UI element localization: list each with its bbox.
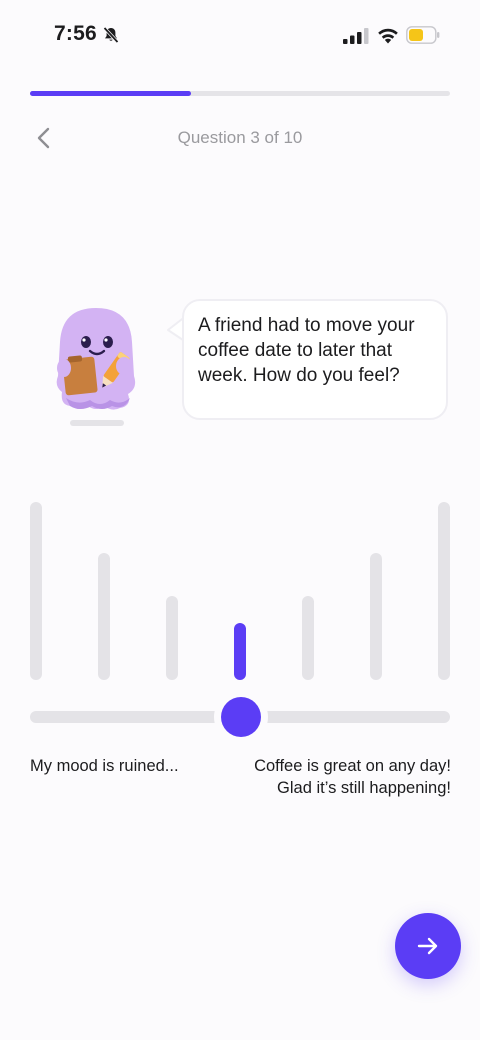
mood-slider-thumb[interactable] xyxy=(221,697,261,737)
mood-bar[interactable] xyxy=(370,553,382,680)
scale-min-label: My mood is ruined... xyxy=(30,757,179,775)
mood-bars xyxy=(0,0,480,690)
mood-bar[interactable] xyxy=(438,502,450,680)
next-button[interactable] xyxy=(395,913,461,979)
arrow-right-icon xyxy=(417,937,438,955)
mood-bar[interactable] xyxy=(166,596,178,680)
mood-bar[interactable] xyxy=(302,596,314,680)
mood-bar[interactable] xyxy=(98,553,110,680)
scale-max-label: Coffee is great on any day! Glad it’s st… xyxy=(254,757,451,797)
mood-bar[interactable] xyxy=(30,502,42,680)
mood-bar-selected[interactable] xyxy=(234,623,246,680)
